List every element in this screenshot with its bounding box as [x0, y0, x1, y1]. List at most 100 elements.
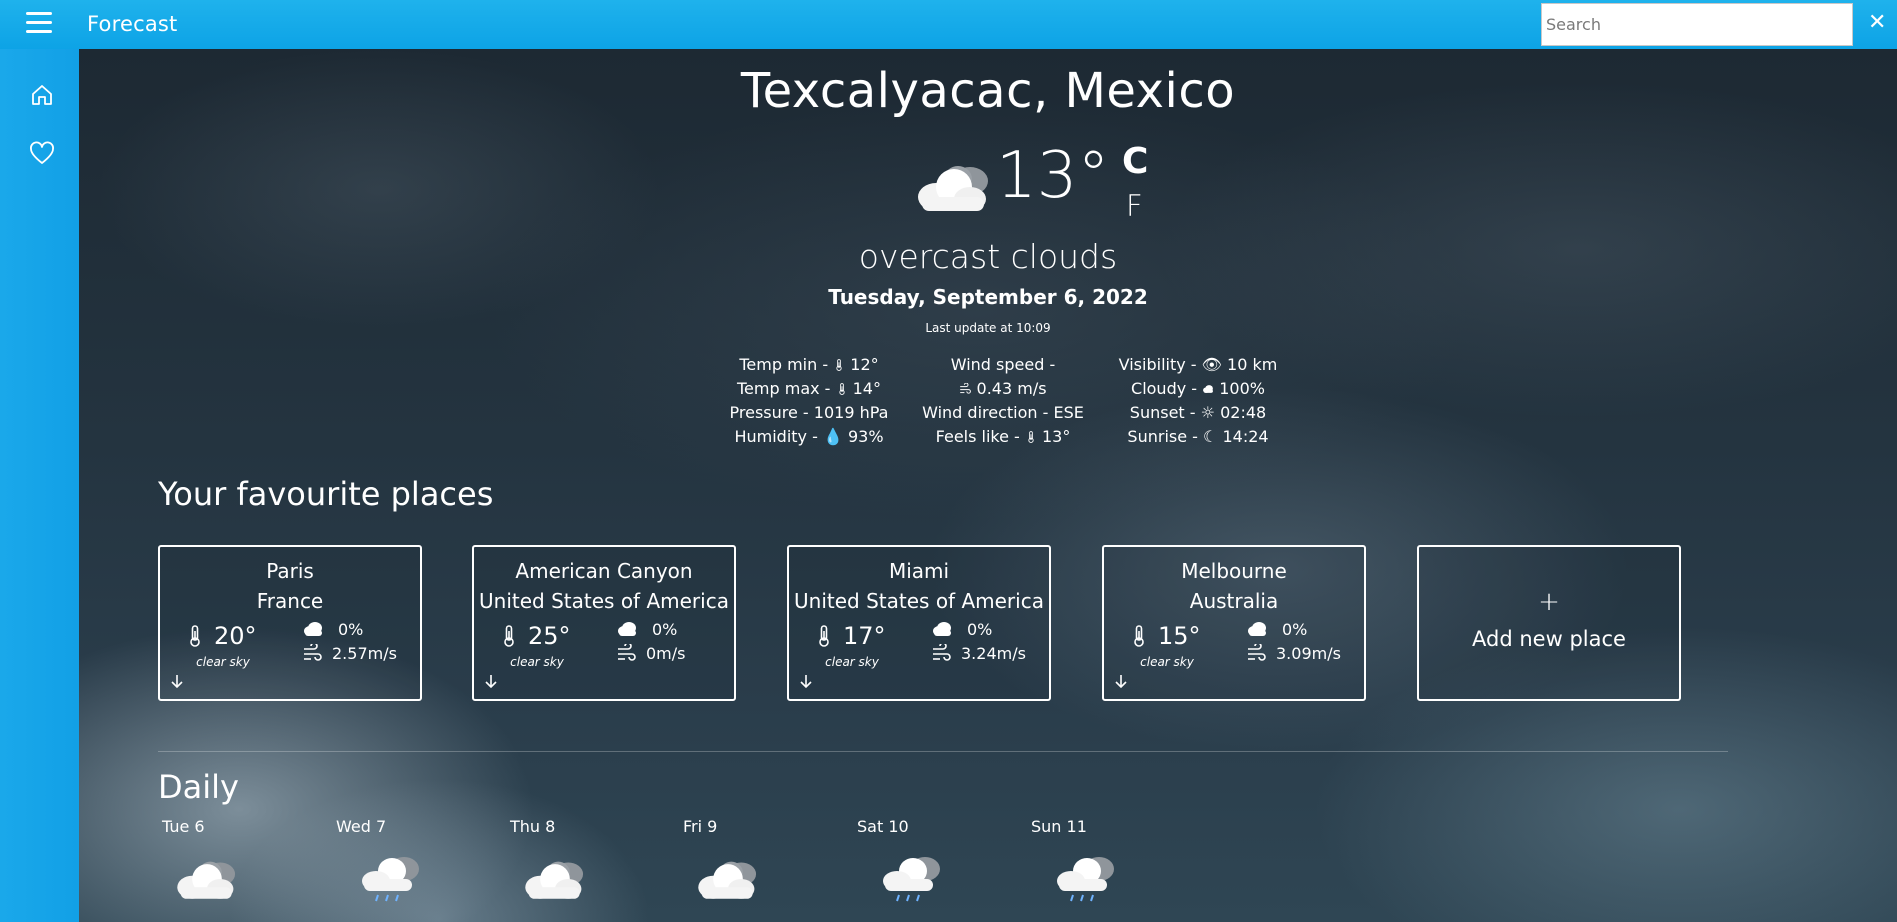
daily-item[interactable]: Wed 7 — [336, 817, 456, 836]
card-country: France — [256, 589, 324, 613]
home-icon[interactable] — [29, 82, 55, 108]
card-description: clear sky — [196, 655, 250, 669]
card-description: clear sky — [1140, 655, 1194, 669]
search-input[interactable] — [1541, 3, 1853, 46]
card-city: Miami — [888, 559, 950, 583]
light-rain-icon — [358, 853, 424, 905]
sunset-row: Sunset - ☼ 02:48 — [1129, 403, 1267, 422]
card-country: United States of America — [479, 589, 729, 613]
droplet-icon: 💧 — [822, 427, 843, 446]
overcast-clouds-icon — [695, 853, 761, 905]
card-country: United States of America — [794, 589, 1044, 613]
humidity-row: Humidity - 💧 93% — [734, 427, 884, 446]
overcast-clouds-icon — [522, 853, 588, 905]
temp-max-row: Temp max - 14° — [737, 379, 881, 398]
card-cloudiness: 0% — [1282, 620, 1308, 639]
section-divider — [158, 751, 1728, 752]
main-content: Texcalyacac, Mexico 13° C F overcast clo… — [79, 49, 1897, 922]
last-update: Last update at 10:09 — [925, 321, 1051, 335]
card-wind: 2.57m/s — [332, 644, 397, 663]
sunrise-row: Sunrise - ☾ 14:24 — [1127, 427, 1269, 446]
favourite-card-american-canyon[interactable]: American Canyon United States of America… — [472, 545, 736, 701]
daily-item[interactable]: Thu 8 — [510, 817, 630, 836]
eye-icon: 👁 — [1201, 355, 1222, 374]
current-date: Tuesday, September 6, 2022 — [828, 285, 1148, 309]
card-wind: 0m/s — [646, 644, 686, 663]
arrow-down-icon[interactable] — [484, 673, 498, 689]
day-name: Thu 8 — [510, 817, 556, 836]
arrow-down-icon[interactable] — [799, 673, 813, 689]
favourite-card-miami[interactable]: Miami United States of America 17° clear… — [787, 545, 1051, 701]
card-wind: 3.24m/s — [961, 644, 1026, 663]
wind-icon — [1246, 644, 1266, 662]
wind-speed-row: 0.43 m/s — [908, 377, 1098, 401]
visibility-row: Visibility - 👁 10 km — [1118, 355, 1278, 374]
cloud-icon — [931, 621, 953, 637]
details-column-3: Visibility - 👁 10 km Cloudy - 100% Sunse… — [1093, 353, 1303, 449]
thermometer-icon — [1132, 625, 1146, 647]
day-name: Sat 10 — [857, 817, 909, 836]
favourite-card-melbourne[interactable]: Melbourne Australia 15° clear sky 0% 3.0… — [1102, 545, 1366, 701]
cloud-icon — [1202, 383, 1214, 395]
daily-item[interactable]: Tue 6 — [162, 817, 282, 836]
overcast-clouds-icon — [174, 853, 240, 905]
plus-icon: + — [1538, 587, 1560, 617]
card-city: American Canyon — [515, 559, 693, 583]
cloud-icon — [302, 621, 324, 637]
arrow-down-icon[interactable] — [1114, 673, 1128, 689]
heart-icon[interactable] — [29, 141, 55, 167]
wind-icon — [931, 644, 951, 662]
card-cloudiness: 0% — [652, 620, 678, 639]
card-temp: 15° — [1158, 622, 1201, 650]
day-name: Wed 7 — [336, 817, 387, 836]
wind-icon — [302, 644, 322, 662]
details-column-1: Temp min - 12° Temp max - 14° Pressure -… — [719, 353, 899, 449]
arrow-down-icon[interactable] — [170, 673, 184, 689]
thermometer-icon — [502, 625, 516, 647]
rain-icon — [879, 853, 945, 905]
wind-icon — [616, 644, 636, 662]
cloudy-row: Cloudy - 100% — [1131, 379, 1265, 398]
daily-item[interactable]: Fri 9 — [683, 817, 803, 836]
celsius-toggle[interactable]: C — [1122, 141, 1148, 182]
wind-icon — [959, 383, 971, 395]
thermometer-icon — [188, 625, 202, 647]
wind-speed-label: Wind speed - — [950, 355, 1056, 374]
card-temp: 20° — [214, 622, 257, 650]
card-city: Paris — [266, 559, 314, 583]
day-name: Sun 11 — [1031, 817, 1087, 836]
favourite-card-paris[interactable]: Paris France 20° clear sky 0% 2.57m/s — [158, 545, 422, 701]
daily-item[interactable]: Sat 10 — [857, 817, 977, 836]
card-cloudiness: 0% — [338, 620, 364, 639]
hamburger-menu-icon[interactable] — [26, 12, 52, 36]
favourites-title: Your favourite places — [158, 475, 494, 513]
card-country: Australia — [1189, 589, 1279, 613]
daily-title: Daily — [158, 768, 239, 806]
location-title: Texcalyacac, Mexico — [740, 63, 1236, 119]
cloud-icon — [1246, 621, 1268, 637]
current-weather: 13° C F — [914, 139, 1214, 239]
thermometer-icon — [833, 359, 845, 371]
wind-direction-row: Wind direction - ESE — [922, 403, 1084, 422]
add-new-place-button[interactable]: + Add new place — [1417, 545, 1681, 701]
moon-icon: ☾ — [1203, 427, 1218, 446]
fahrenheit-toggle[interactable]: F — [1126, 189, 1143, 223]
day-name: Fri 9 — [683, 817, 718, 836]
app-title: Forecast — [87, 12, 178, 36]
daily-item[interactable]: Sun 11 — [1031, 817, 1151, 836]
add-new-place-label: Add new place — [1472, 627, 1626, 651]
weather-condition: overcast clouds — [858, 237, 1118, 276]
cloud-icon — [616, 621, 638, 637]
close-icon[interactable]: ✕ — [1868, 10, 1886, 35]
card-temp: 17° — [843, 622, 886, 650]
sun-icon: ☼ — [1200, 403, 1215, 422]
thermometer-icon — [836, 383, 848, 395]
sidebar — [0, 49, 79, 922]
thermometer-icon — [817, 625, 831, 647]
card-wind: 3.09m/s — [1276, 644, 1341, 663]
current-temperature: 13° — [996, 139, 1110, 213]
top-app-bar: Forecast ✕ — [0, 0, 1897, 49]
pressure-row: Pressure - 1019 hPa — [729, 403, 889, 422]
card-city: Melbourne — [1181, 559, 1287, 583]
day-name: Tue 6 — [162, 817, 205, 836]
